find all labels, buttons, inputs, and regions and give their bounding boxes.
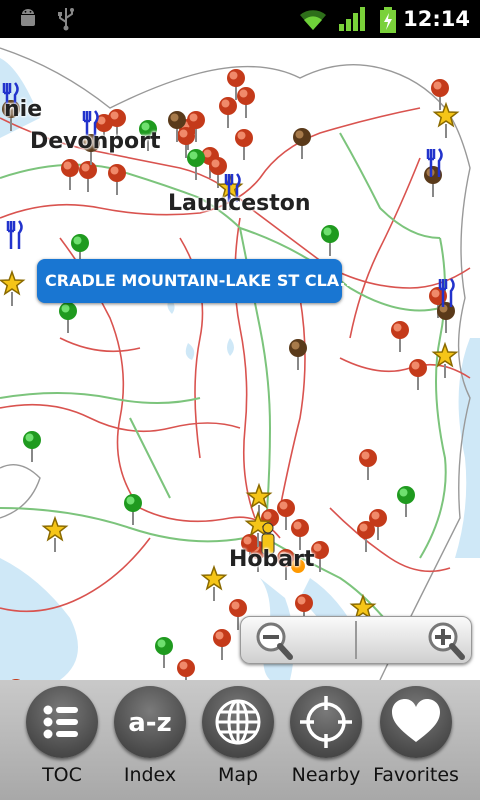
heart-icon [392,699,440,742]
callout-label: CRADLE MOUNTAIN-LAKE ST CLA... [45,271,358,290]
crosshair-icon [300,696,352,748]
favorite-star-icon[interactable] [200,564,228,591]
toc-button[interactable]: TOC [14,680,110,800]
attraction-pin-icon[interactable] [219,97,237,128]
map-view[interactable]: nie Devonport Launceston Hobart CRADLE M… [0,38,480,680]
svg-text:a-z: a-z [128,708,171,738]
android-debug-icon [21,9,35,26]
map-label: Map [217,764,259,786]
attraction-pin-icon[interactable] [177,659,195,680]
index-label: Index [123,764,177,786]
attraction-pin-icon[interactable] [108,164,126,195]
status-bar: 12:14 [0,0,480,38]
toc-label: TOC [42,764,82,786]
usb-icon [58,8,74,31]
map-markers [0,69,460,680]
attraction-pin-icon[interactable] [213,629,231,660]
favorites-button-circle [380,686,452,758]
location-callout[interactable]: CRADLE MOUNTAIN-LAKE ST CLA... [37,259,358,303]
favorite-star-icon[interactable] [349,593,377,620]
map-button[interactable]: Map [190,680,286,800]
zoom-out-button[interactable] [241,617,355,663]
nearby-button[interactable]: Nearby [278,680,374,800]
nearby-button-circle [290,686,362,758]
park-pin-icon[interactable] [397,486,415,517]
toc-button-circle [26,686,98,758]
attraction-pin-icon[interactable] [391,321,409,352]
attraction-pin-icon[interactable] [357,521,375,552]
list-icon [43,705,78,739]
attraction-pin-icon[interactable] [235,129,253,160]
signal-icon [339,7,365,31]
zoom-in-button[interactable] [357,617,471,663]
favorites-label: Favorites [373,764,459,786]
place-label-launceston: Launceston [168,191,311,216]
attraction-pin-icon[interactable] [237,87,255,118]
park-pin-icon[interactable] [155,637,173,668]
bottom-toolbar: TOC a-z Index Map Nearby Favorites [0,680,480,800]
park-pin-icon[interactable] [124,494,142,525]
map-button-circle [202,686,274,758]
index-button-circle: a-z [114,686,186,758]
clock: 12:14 [403,7,470,31]
attraction-pin-icon[interactable] [79,161,97,192]
restaurant-icon[interactable] [6,220,23,249]
favorite-star-icon[interactable] [0,269,26,296]
place-label-devonport: Devonport [30,129,161,154]
place-label-hobart: Hobart [229,547,315,572]
globe-icon [215,699,261,745]
wifi-icon [300,10,326,30]
place-label-partial-west: nie [4,97,43,122]
favorite-star-icon[interactable] [41,515,69,542]
attraction-pin-icon[interactable] [291,519,309,550]
attraction-pin-icon[interactable] [409,359,427,390]
a-z-icon: a-z [128,708,171,738]
index-button[interactable]: a-z Index [102,680,198,800]
battery-charging-icon [380,7,396,33]
attraction-pin-icon[interactable] [359,449,377,480]
nearby-label: Nearby [291,764,361,786]
favorites-button[interactable]: Favorites [368,680,464,800]
zoom-in-icon [428,622,465,660]
attraction-pin-icon[interactable] [61,159,79,190]
park-pin-icon[interactable] [23,431,41,462]
park-pin-icon[interactable] [321,225,339,256]
park-pin-icon[interactable] [59,302,77,333]
zoom-controls [240,616,472,664]
place-pin-icon[interactable] [293,128,311,159]
zoom-out-icon [256,622,293,660]
place-pin-icon[interactable] [437,302,455,333]
